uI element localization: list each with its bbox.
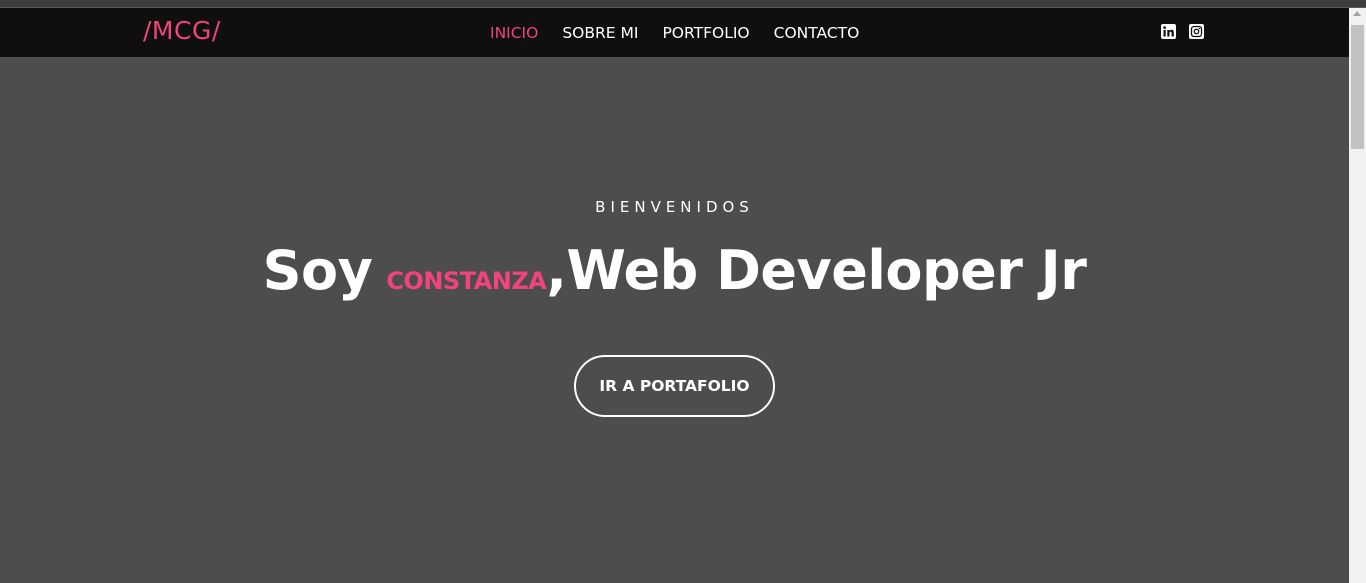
hero-section: BIENVENIDOS Soy CONSTANZA,Web Developer J… — [0, 57, 1349, 583]
nav-link-inicio[interactable]: INICIO — [478, 24, 550, 42]
headline-suffix: ,Web Developer Jr — [546, 239, 1087, 302]
brand-logo[interactable]: /MCG/ — [143, 16, 221, 45]
browser-top-border — [0, 0, 1366, 8]
go-to-portfolio-button[interactable]: IR A PORTAFOLIO — [574, 355, 775, 417]
instagram-icon[interactable] — [1189, 24, 1204, 39]
social-links — [1161, 24, 1204, 39]
nav-link-portfolio[interactable]: PORTFOLIO — [650, 24, 761, 42]
headline-prefix: Soy — [262, 239, 373, 302]
scroll-up-arrow-icon[interactable] — [1353, 11, 1361, 16]
hero-headline: Soy CONSTANZA,Web Developer Jr — [0, 239, 1349, 302]
scrollbar-thumb[interactable] — [1351, 25, 1364, 149]
nav-link-contacto[interactable]: CONTACTO — [762, 24, 872, 42]
linkedin-icon[interactable] — [1161, 24, 1176, 39]
navbar: /MCG/ INICIO SOBRE MI PORTFOLIO CONTACTO — [0, 8, 1349, 57]
nav-menu: INICIO SOBRE MI PORTFOLIO CONTACTO — [478, 8, 871, 57]
hero-welcome-text: BIENVENIDOS — [595, 198, 754, 216]
headline-name: CONSTANZA — [386, 267, 547, 295]
nav-link-sobre-mi[interactable]: SOBRE MI — [550, 24, 650, 42]
page-scrollbar[interactable] — [1349, 8, 1366, 583]
